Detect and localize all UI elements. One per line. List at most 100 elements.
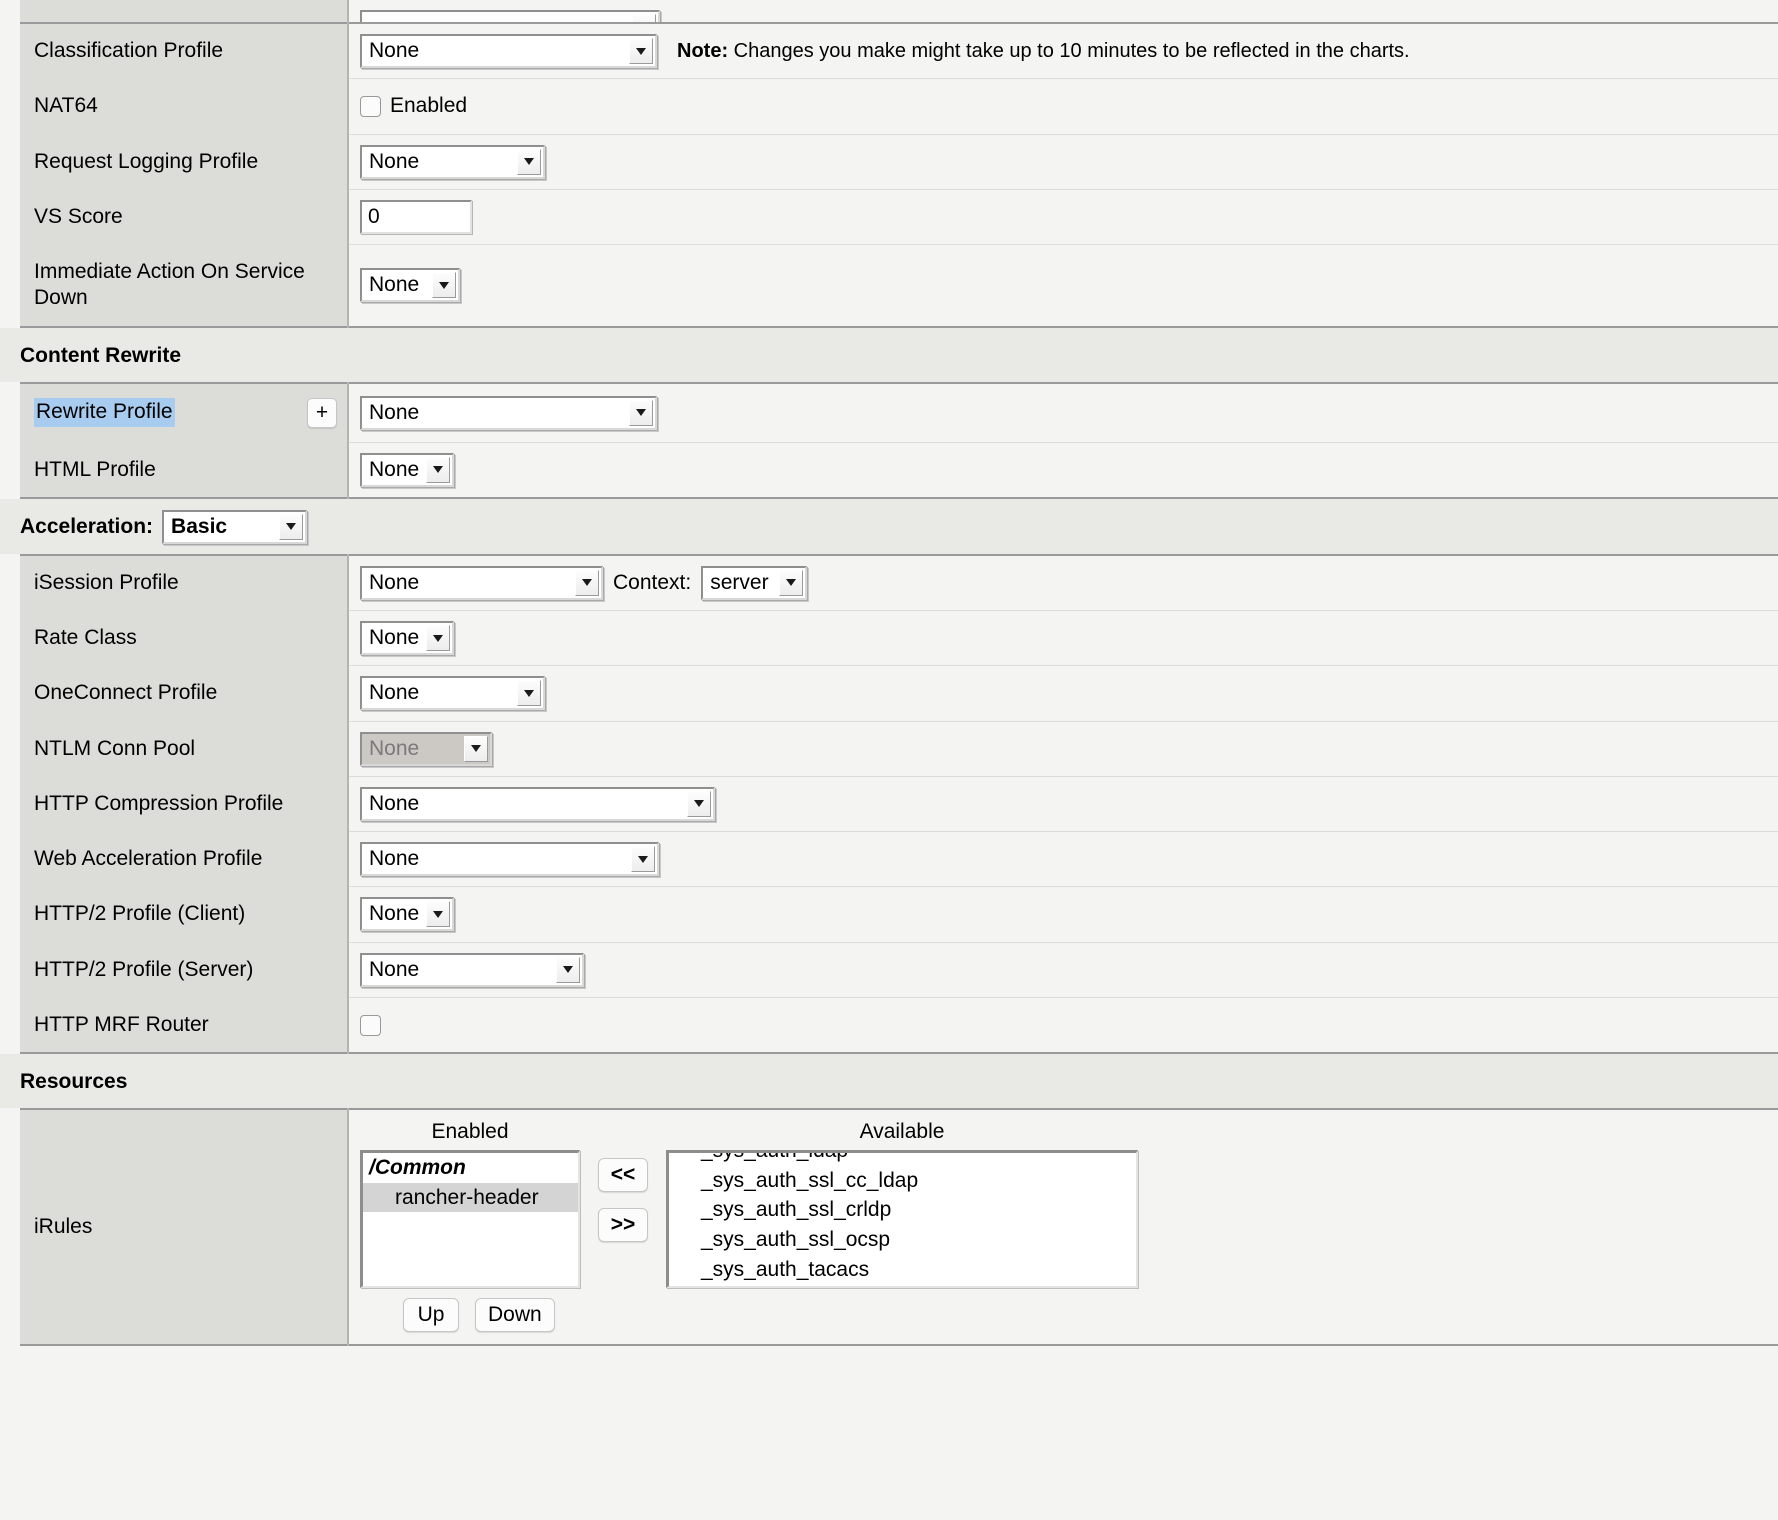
move-left-button[interactable]: << — [598, 1158, 648, 1192]
label-irules: iRules — [20, 1109, 349, 1345]
chevron-down-icon — [632, 14, 656, 22]
list-item[interactable]: /Common — [363, 1153, 578, 1183]
move-up-button[interactable]: Up — [403, 1298, 459, 1332]
list-item[interactable]: _sys_auth_ssl_cc_ldap — [669, 1166, 1136, 1196]
table-row-irules: iRules Enabled /Common rancher-header <<… — [20, 1109, 1778, 1345]
label-html-profile: HTML Profile — [20, 442, 349, 498]
list-item[interactable]: _sys_https_redirect — [669, 1285, 1136, 1286]
label-http-mrf-router: HTTP MRF Router — [20, 997, 349, 1053]
classification-profile-value: None — [369, 39, 420, 63]
chevron-down-icon — [426, 456, 450, 483]
list-item-clipped[interactable]: _sys_auth_ldap — [669, 1153, 1136, 1166]
value-isession-profile: None Context: server — [348, 554, 1778, 611]
immediate-action-select[interactable]: None — [360, 268, 460, 303]
value-oneconnect-profile: None — [348, 665, 1778, 722]
table-row-immediate-action: Immediate Action On Service Down None — [20, 244, 1778, 327]
list-item[interactable]: _sys_auth_tacacs — [669, 1255, 1136, 1285]
label-isession-profile: iSession Profile — [20, 554, 349, 611]
table-row-request-logging-profile: Request Logging Profile None — [20, 134, 1778, 190]
clipped-row-table — [20, 0, 1778, 22]
http2-profile-client-value: None — [369, 902, 420, 926]
web-acceleration-profile-value: None — [369, 847, 420, 871]
web-acceleration-profile-select[interactable]: None — [360, 842, 659, 877]
chevron-down-icon — [631, 846, 655, 873]
list-item[interactable]: _sys_auth_ssl_crldp — [669, 1195, 1136, 1225]
irules-dual-listbox: Enabled /Common rancher-header << >> Ava… — [360, 1120, 1778, 1288]
value-immediate-action: None — [348, 244, 1778, 327]
table-row-vs-score: VS Score — [20, 189, 1778, 246]
acceleration-band: Acceleration: Basic — [0, 498, 1778, 554]
label-vs-score: VS Score — [20, 189, 349, 246]
ntlm-conn-pool-select: None — [360, 731, 492, 766]
note-prefix: Note: — [677, 39, 729, 62]
charts-note: Note: Changes you make might take up to … — [677, 40, 1410, 63]
http2-profile-client-select[interactable]: None — [360, 897, 454, 932]
chevron-down-icon — [575, 569, 599, 596]
irules-enabled-column: Enabled /Common rancher-header — [360, 1120, 580, 1288]
table-row-web-acceleration-profile: Web Acceleration Profile None — [20, 831, 1778, 888]
isession-context-label: Context: — [613, 570, 692, 594]
label-http-compression-profile: HTTP Compression Profile — [20, 776, 349, 833]
request-logging-profile-select[interactable]: None — [360, 144, 545, 179]
http-mrf-router-checkbox[interactable] — [360, 1014, 381, 1036]
irules-available-listbox[interactable]: _sys_auth_ldap _sys_auth_ssl_cc_ldap _sy… — [666, 1150, 1138, 1288]
isession-context-value: server — [710, 570, 769, 594]
chevron-down-icon — [279, 513, 304, 540]
vs-score-input[interactable] — [360, 199, 472, 234]
chevron-down-icon — [687, 790, 711, 817]
clipped-select[interactable] — [360, 10, 660, 22]
isession-context-select[interactable]: server — [701, 565, 808, 600]
chevron-down-icon — [432, 272, 456, 299]
label-immediate-action: Immediate Action On Service Down — [20, 244, 349, 327]
label-ntlm-conn-pool: NTLM Conn Pool — [20, 721, 349, 777]
value-html-profile: None — [348, 442, 1778, 498]
list-item[interactable]: _sys_auth_ssl_ocsp — [669, 1225, 1136, 1255]
virtual-server-config-page: Classification Profile None Note: Change… — [0, 0, 1778, 1346]
rewrite-profile-value: None — [369, 400, 420, 424]
chevron-down-icon — [517, 148, 541, 175]
oneconnect-profile-select[interactable]: None — [360, 676, 545, 711]
value-irules: Enabled /Common rancher-header << >> Ava… — [348, 1109, 1778, 1345]
html-profile-select[interactable]: None — [360, 452, 454, 487]
request-logging-profile-value: None — [369, 149, 420, 173]
chevron-down-icon — [517, 680, 541, 707]
clipped-top-row — [0, 0, 1778, 22]
table-row-http2-profile-server: HTTP/2 Profile (Server) None — [20, 942, 1778, 998]
value-http2-profile-server: None — [348, 942, 1778, 998]
classification-profile-select[interactable]: None — [360, 34, 657, 69]
http2-profile-server-select[interactable]: None — [360, 952, 584, 987]
section-heading-resources: Resources — [0, 1054, 1778, 1108]
table-row-http-compression-profile: HTTP Compression Profile None — [20, 776, 1778, 833]
table-row-oneconnect-profile: OneConnect Profile None — [20, 665, 1778, 722]
irules-order-buttons: Up Down — [403, 1298, 1778, 1332]
move-down-button[interactable]: Down — [475, 1298, 555, 1332]
irules-available-column: Available _sys_auth_ldap _sys_auth_ssl_c… — [666, 1120, 1138, 1288]
table-row-http-mrf-router: HTTP MRF Router — [20, 997, 1778, 1053]
irules-transfer-buttons: << >> — [580, 1120, 666, 1242]
rate-class-select[interactable]: None — [360, 621, 454, 656]
rate-class-value: None — [369, 626, 420, 650]
acceleration-select[interactable]: Basic — [162, 509, 308, 544]
label-web-acceleration-profile: Web Acceleration Profile — [20, 831, 349, 888]
acceleration-label: Acceleration: — [20, 514, 154, 538]
table-row-html-profile: HTML Profile None — [20, 442, 1778, 498]
nat64-checkbox[interactable] — [360, 95, 381, 117]
rewrite-profile-select[interactable]: None — [360, 395, 657, 430]
list-item[interactable]: rancher-header — [363, 1182, 578, 1213]
value-vs-score — [348, 189, 1778, 246]
content-rewrite-table: Rewrite Profile + None HTML Profile None — [20, 381, 1778, 499]
ntlm-conn-pool-value: None — [369, 736, 420, 760]
immediate-action-value: None — [369, 273, 420, 297]
value-http-mrf-router — [348, 997, 1778, 1053]
isession-profile-value: None — [369, 570, 420, 594]
rewrite-profile-label-text: Rewrite Profile — [34, 398, 175, 427]
oneconnect-profile-value: None — [369, 681, 420, 705]
add-rewrite-profile-button[interactable]: + — [307, 397, 337, 428]
isession-profile-select[interactable]: None — [360, 565, 603, 600]
irules-enabled-listbox[interactable]: /Common rancher-header — [360, 1150, 580, 1288]
http-compression-profile-select[interactable]: None — [360, 786, 715, 821]
clipped-value-cell — [348, 0, 1778, 22]
label-request-logging-profile: Request Logging Profile — [20, 134, 349, 190]
table-row-rewrite-profile: Rewrite Profile + None — [20, 382, 1778, 443]
move-right-button[interactable]: >> — [598, 1208, 648, 1242]
